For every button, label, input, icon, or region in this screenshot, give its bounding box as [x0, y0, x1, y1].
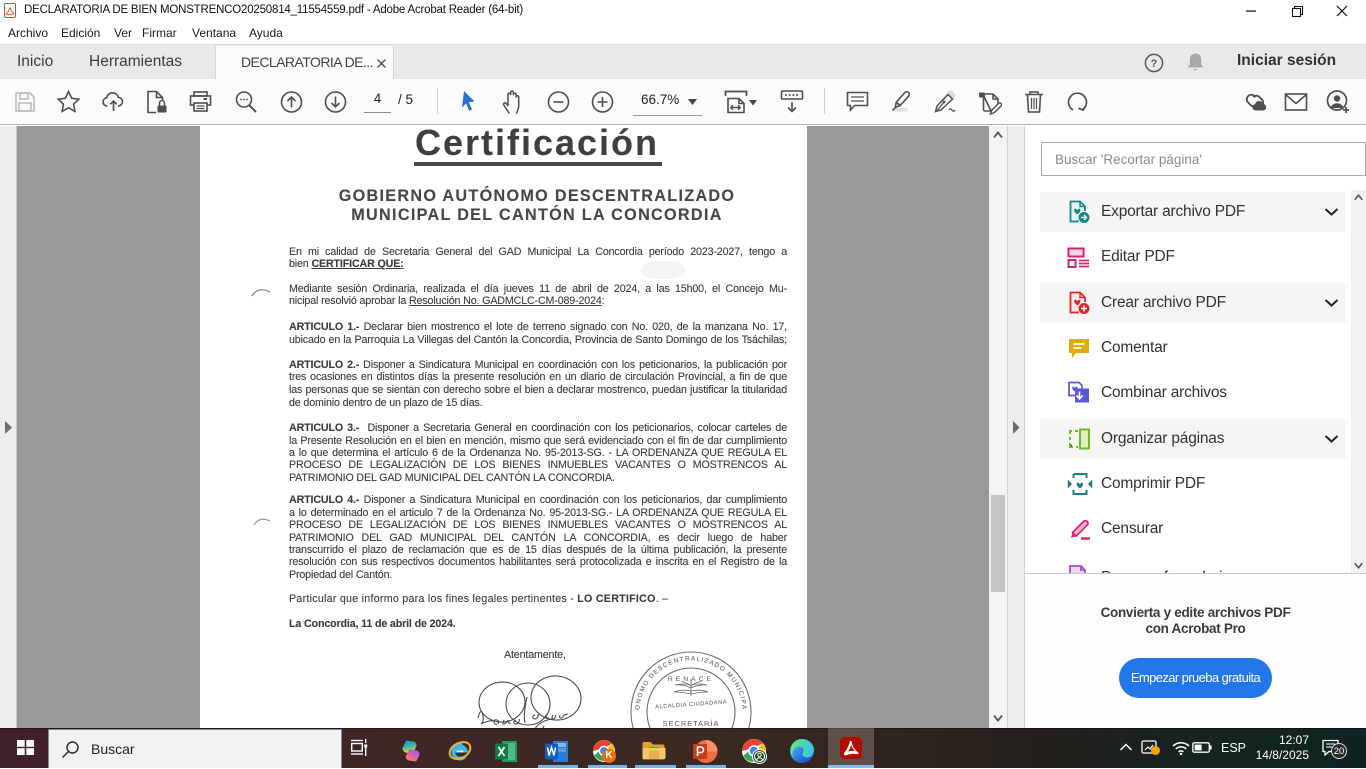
svg-text:ALCALDIA CIUDADANA: ALCALDIA CIUDADANA: [655, 699, 727, 710]
svg-text:?: ?: [1151, 58, 1158, 70]
svg-text:SECRETARÍA: SECRETARÍA: [663, 719, 720, 728]
